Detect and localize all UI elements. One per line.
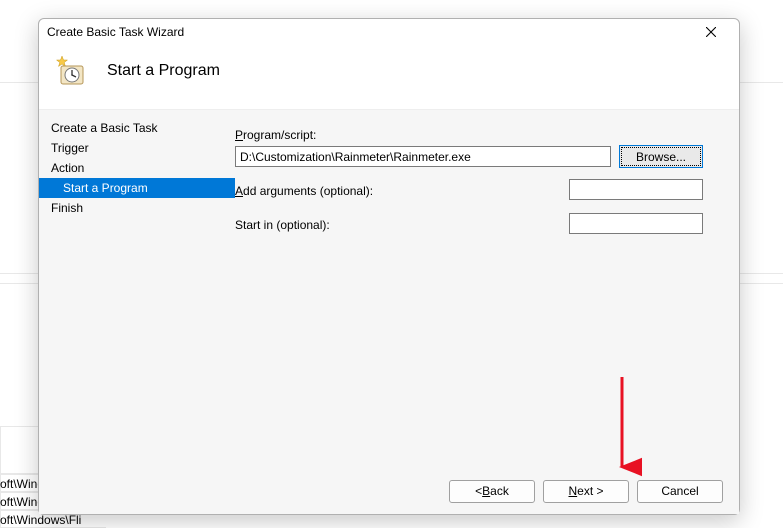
bg-truncated-3: oft\Windows\Fli — [0, 513, 81, 527]
wizard-footer: < Back Next > Cancel — [39, 468, 739, 514]
close-icon — [706, 27, 716, 37]
wizard-dialog: Create Basic Task Wizard Start a Program… — [38, 18, 740, 515]
start-in-input[interactable] — [569, 213, 703, 234]
browse-button[interactable]: Browse... — [619, 145, 703, 168]
wizard-header: Start a Program — [39, 45, 739, 109]
wizard-content: Program/script: Browse... Add arguments … — [235, 110, 739, 468]
window-title: Create Basic Task Wizard — [47, 25, 691, 39]
titlebar: Create Basic Task Wizard — [39, 19, 739, 45]
step-action[interactable]: Action — [39, 158, 235, 178]
close-button[interactable] — [691, 20, 731, 44]
next-button[interactable]: Next > — [543, 480, 629, 503]
program-script-label: Program/script: — [235, 128, 721, 142]
step-trigger[interactable]: Trigger — [39, 138, 235, 158]
add-arguments-input[interactable] — [569, 179, 703, 200]
cancel-button[interactable]: Cancel — [637, 480, 723, 503]
add-arguments-label: Add arguments (optional): — [235, 184, 373, 198]
step-start-a-program[interactable]: Start a Program — [39, 178, 235, 198]
wizard-heading: Start a Program — [107, 62, 220, 80]
step-finish[interactable]: Finish — [39, 198, 235, 218]
program-script-input[interactable] — [235, 146, 611, 167]
wizard-steps-sidebar: Create a Basic Task Trigger Action Start… — [39, 110, 235, 468]
back-button[interactable]: < Back — [449, 480, 535, 503]
wizard-clock-icon — [55, 55, 87, 87]
start-in-label: Start in (optional): — [235, 218, 330, 232]
step-create-basic-task[interactable]: Create a Basic Task — [39, 118, 235, 138]
